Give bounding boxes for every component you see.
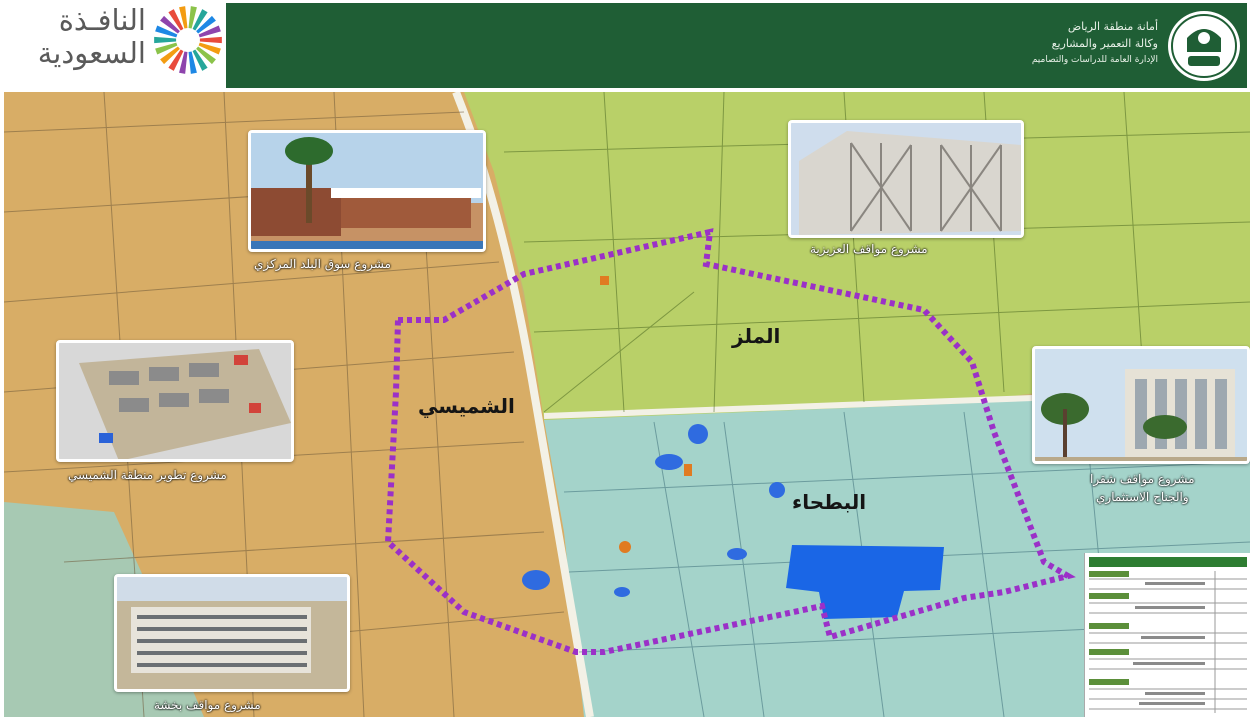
caption-qura-parking-line2: والجناح الاستثماري bbox=[1096, 490, 1189, 504]
photo-bottom-left-image bbox=[117, 577, 347, 689]
brand-line-1: النافـذة bbox=[58, 3, 146, 37]
photo-central-market-image bbox=[251, 133, 483, 249]
org-line-3: الإدارة العامة للدراسات والتصاميم bbox=[1031, 55, 1158, 65]
photo-bottom-left-project bbox=[114, 574, 350, 692]
caption-bottom-left-project: مشروع مواقف بخشة bbox=[154, 698, 261, 712]
photo-aziziyah-image bbox=[791, 123, 1021, 235]
riyadh-seal-icon bbox=[1168, 11, 1240, 81]
organization-title: أمانة منطقة الرياض وكالة التعمير والمشار… bbox=[920, 18, 1158, 69]
photo-shumaisi-image bbox=[59, 343, 291, 459]
header: النافـذة السعودية أمانة منطقة الرياض وكا… bbox=[0, 0, 1250, 88]
photo-qura-image bbox=[1035, 349, 1247, 461]
org-line-1: أمانة منطقة الرياض bbox=[1067, 20, 1158, 33]
legend-table bbox=[1085, 553, 1250, 717]
legend-panel bbox=[1084, 553, 1250, 717]
sunburst-ray bbox=[154, 36, 177, 44]
caption-aziziyah-parking: مشروع مواقف العزيزية bbox=[810, 242, 928, 256]
caption-shumaisi-development: مشروع تطوير منطقة الشميسي bbox=[68, 468, 227, 482]
map-canvas[interactable]: الملز الشميسي البطحاء مشروع سوق البلد ال… bbox=[4, 92, 1250, 717]
photo-shumaisi-development bbox=[56, 340, 294, 462]
brand-line-2: السعودية bbox=[37, 36, 146, 70]
photo-qura-parking bbox=[1032, 346, 1250, 464]
brand-text: النافـذة السعودية bbox=[4, 4, 146, 70]
org-line-2: وكالة التعمير والمشاريع bbox=[1051, 37, 1158, 50]
caption-qura-parking-line1: مشروع مواقف شقرا bbox=[1090, 472, 1195, 486]
sunburst-ray bbox=[199, 36, 222, 44]
brand-sunburst-icon bbox=[154, 6, 222, 74]
district-label-almalaz: الملز bbox=[732, 324, 781, 348]
photo-aziziyah-parking bbox=[788, 120, 1024, 238]
brand-logo-block: النافـذة السعودية bbox=[0, 0, 226, 80]
district-label-alshumaisi: الشميسي bbox=[418, 394, 515, 418]
photo-central-market bbox=[248, 130, 486, 252]
caption-central-market: مشروع سوق البلد المركزي bbox=[254, 257, 391, 271]
district-label-albatha: البطحاء bbox=[792, 490, 867, 514]
